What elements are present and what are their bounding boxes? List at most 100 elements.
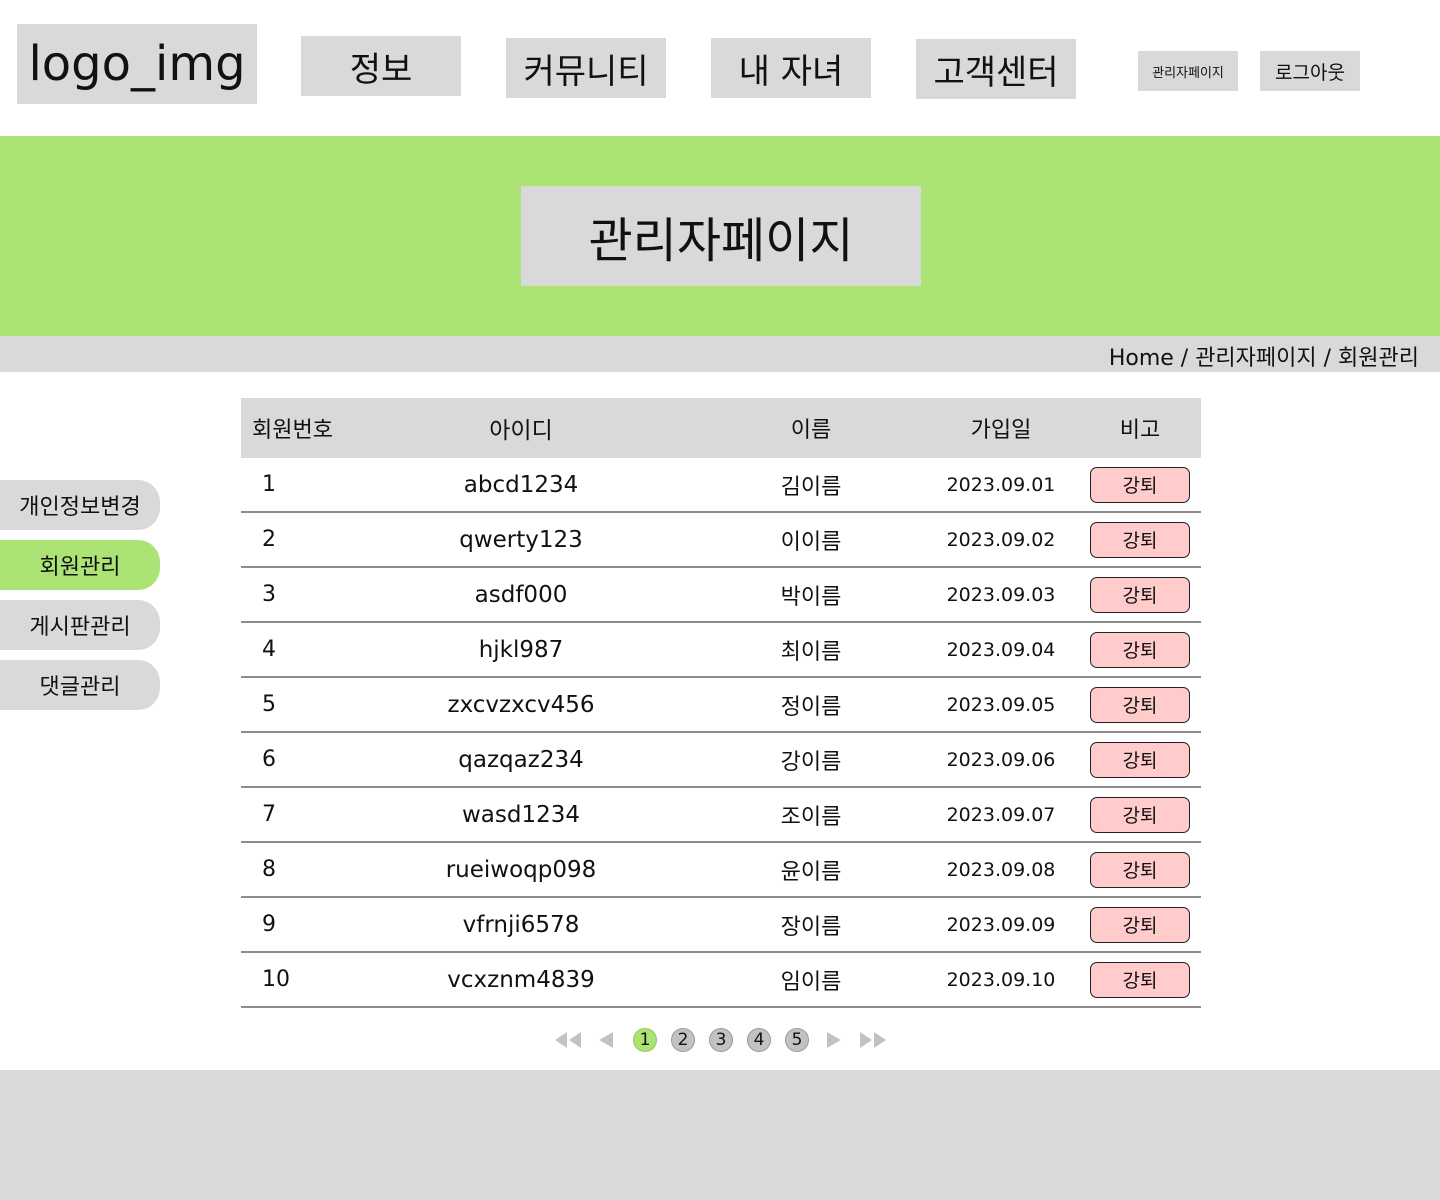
note-cell: 강퇴 (1090, 898, 1190, 951)
kick-button[interactable]: 강퇴 (1090, 851, 1190, 888)
member-id: vcxznm4839 (447, 966, 595, 993)
next-page-icon[interactable] (823, 1030, 847, 1050)
member-join-date: 2023.09.06 (946, 748, 1056, 771)
member-id: hjkl987 (478, 636, 564, 663)
first-page-icon[interactable] (553, 1030, 583, 1050)
breadcrumb: Home / 관리자페이지 / 회원관리 (1108, 346, 1419, 371)
sidebar-item-member-management[interactable]: 회원관리 (0, 540, 160, 590)
page-2-button[interactable]: 2 (671, 1028, 695, 1052)
member-id: asdf000 (474, 581, 568, 608)
page-4-button[interactable]: 4 (747, 1028, 771, 1052)
note-cell: 강퇴 (1090, 458, 1190, 511)
nav-customer-center[interactable]: 고객센터 (916, 39, 1076, 99)
kick-button[interactable]: 강퇴 (1090, 466, 1190, 503)
header-note: 비고 (1119, 418, 1161, 443)
page-1-button[interactable]: 1 (633, 1028, 657, 1052)
member-name: 정이름 (780, 694, 842, 720)
member-name: 강이름 (780, 749, 842, 775)
member-join-date: 2023.09.10 (946, 968, 1056, 991)
table-row: 8 rueiwoqp098 윤이름 2023.09.08 강퇴 (241, 843, 1201, 898)
breadcrumb-bar: Home / 관리자페이지 / 회원관리 (0, 336, 1440, 372)
logout-button[interactable]: 로그아웃 (1260, 51, 1360, 91)
last-page-icon[interactable] (858, 1030, 888, 1050)
member-id: qazqaz234 (458, 746, 584, 773)
pagination: 1 2 3 4 5 (0, 1026, 1440, 1054)
member-name: 이이름 (780, 529, 842, 555)
member-join-date: 2023.09.08 (946, 858, 1056, 881)
kick-button[interactable]: 강퇴 (1090, 631, 1190, 668)
nav-community[interactable]: 커뮤니티 (506, 38, 666, 98)
table-row: 4 hjkl987 최이름 2023.09.04 강퇴 (241, 623, 1201, 678)
member-id: rueiwoqp098 (445, 856, 597, 883)
kick-button[interactable]: 강퇴 (1090, 686, 1190, 723)
table-row: 9 vfrnji6578 장이름 2023.09.09 강퇴 (241, 898, 1201, 953)
page-title: 관리자페이지 (521, 186, 921, 286)
member-name: 윤이름 (780, 859, 842, 885)
page-banner: 관리자페이지 (0, 136, 1440, 336)
member-no: 4 (262, 637, 276, 662)
member-no: 1 (262, 472, 276, 497)
logo[interactable]: logo_img (17, 24, 257, 104)
prev-page-icon[interactable] (593, 1030, 617, 1050)
member-id: qwerty123 (459, 526, 583, 553)
kick-button[interactable]: 강퇴 (1090, 961, 1190, 998)
member-no: 3 (262, 582, 276, 607)
note-cell: 강퇴 (1090, 953, 1190, 1006)
member-join-date: 2023.09.04 (946, 638, 1056, 661)
member-name: 조이름 (780, 804, 842, 830)
kick-button[interactable]: 강퇴 (1090, 906, 1190, 943)
page-3-button[interactable]: 3 (709, 1028, 733, 1052)
member-id: zxcvzxcv456 (447, 691, 595, 718)
member-name: 박이름 (780, 584, 842, 610)
member-id: abcd1234 (463, 471, 579, 498)
member-no: 7 (262, 802, 276, 827)
note-cell: 강퇴 (1090, 623, 1190, 676)
member-join-date: 2023.09.01 (946, 473, 1056, 496)
member-no: 6 (262, 747, 276, 772)
member-no: 10 (262, 967, 290, 992)
header-join-date: 가입일 (970, 418, 1032, 443)
header-member-no: 회원번호 (252, 418, 333, 443)
note-cell: 강퇴 (1090, 678, 1190, 731)
table-row: 1 abcd1234 김이름 2023.09.01 강퇴 (241, 458, 1201, 513)
nav-my-children[interactable]: 내 자녀 (711, 38, 871, 98)
header-name: 이름 (790, 418, 832, 443)
note-cell: 강퇴 (1090, 733, 1190, 786)
header: logo_img 정보 커뮤니티 내 자녀 고객센터 관리자페이지 로그아웃 (0, 0, 1440, 136)
member-no: 2 (262, 527, 276, 552)
page-5-button[interactable]: 5 (785, 1028, 809, 1052)
table-row: 5 zxcvzxcv456 정이름 2023.09.05 강퇴 (241, 678, 1201, 733)
table-row: 10 vcxznm4839 임이름 2023.09.10 강퇴 (241, 953, 1201, 1008)
kick-button[interactable]: 강퇴 (1090, 521, 1190, 558)
member-table: 회원번호 아이디 이름 가입일 비고 1 abcd1234 김이름 2023.0… (241, 398, 1201, 1008)
kick-button[interactable]: 강퇴 (1090, 741, 1190, 778)
member-name: 김이름 (780, 474, 842, 500)
member-no: 9 (262, 912, 276, 937)
member-id: vfrnji6578 (462, 911, 580, 938)
sidebar-item-board-management[interactable]: 게시판관리 (0, 600, 160, 650)
note-cell: 강퇴 (1090, 568, 1190, 621)
note-cell: 강퇴 (1090, 513, 1190, 566)
note-cell: 강퇴 (1090, 843, 1190, 896)
sidebar-item-profile-edit[interactable]: 개인정보변경 (0, 480, 160, 530)
member-name: 임이름 (780, 969, 842, 995)
kick-button[interactable]: 강퇴 (1090, 576, 1190, 613)
member-no: 8 (262, 857, 276, 882)
table-row: 2 qwerty123 이이름 2023.09.02 강퇴 (241, 513, 1201, 568)
member-no: 5 (262, 692, 276, 717)
member-join-date: 2023.09.07 (946, 803, 1056, 826)
member-join-date: 2023.09.05 (946, 693, 1056, 716)
table-header: 회원번호 아이디 이름 가입일 비고 (241, 398, 1201, 458)
footer (0, 1070, 1440, 1200)
member-name: 최이름 (780, 639, 842, 665)
member-join-date: 2023.09.03 (946, 583, 1056, 606)
table-row: 7 wasd1234 조이름 2023.09.07 강퇴 (241, 788, 1201, 843)
nav-info[interactable]: 정보 (301, 36, 461, 96)
table-row: 3 asdf000 박이름 2023.09.03 강퇴 (241, 568, 1201, 623)
admin-page-button[interactable]: 관리자페이지 (1138, 51, 1238, 91)
kick-button[interactable]: 강퇴 (1090, 796, 1190, 833)
header-id: 아이디 (489, 418, 553, 444)
member-id: wasd1234 (461, 801, 581, 828)
sidebar-item-comment-management[interactable]: 댓글관리 (0, 660, 160, 710)
member-name: 장이름 (780, 914, 842, 940)
